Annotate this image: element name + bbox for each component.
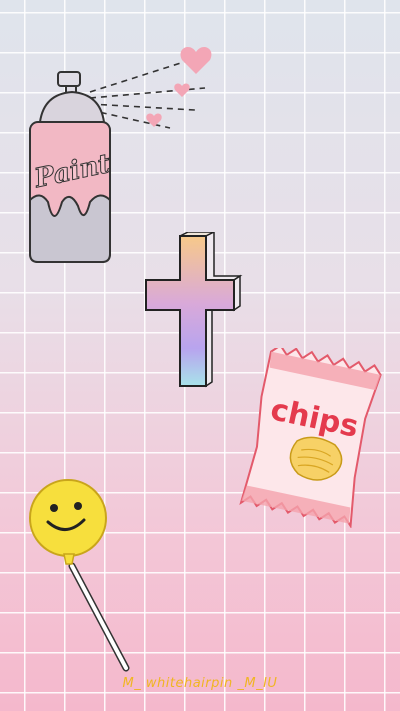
heart-icon bbox=[180, 46, 212, 74]
chips-bag-icon: chips bbox=[232, 348, 392, 528]
watermark-text: M_ whitehairpin _M_IU bbox=[122, 676, 278, 691]
heart-icon bbox=[174, 83, 190, 97]
wallpaper: Paint chips M_ whitehairpin _M_IU bbox=[0, 0, 400, 711]
smiley-lollipop-icon bbox=[26, 472, 146, 682]
